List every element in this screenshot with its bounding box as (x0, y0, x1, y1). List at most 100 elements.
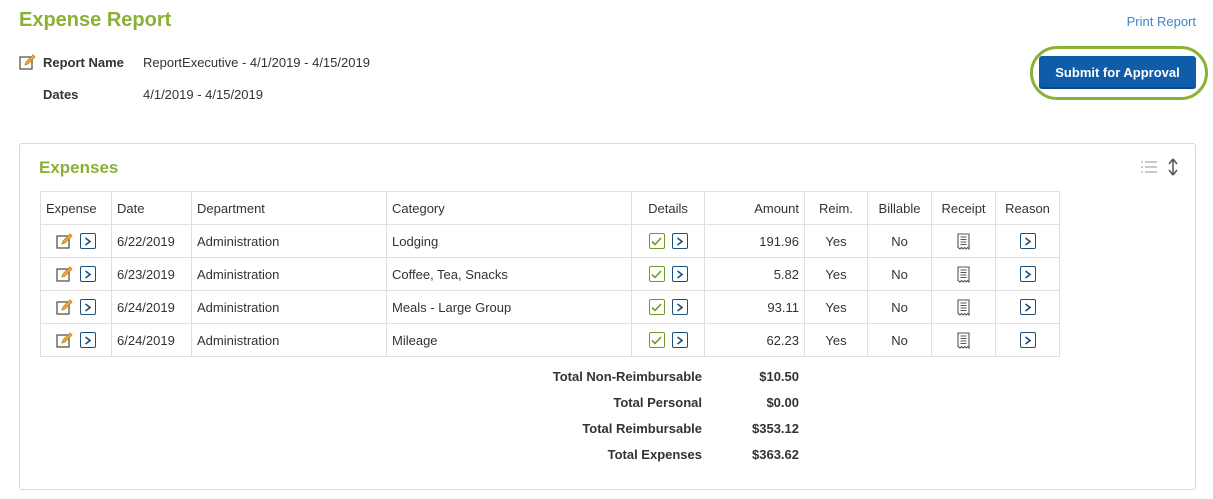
table-header-row: Expense Date Department Category Details… (40, 191, 1060, 225)
reason-chevron-icon[interactable] (1019, 332, 1036, 348)
total-label: Total Reimbursable (582, 421, 702, 436)
col-amount[interactable]: Amount (704, 191, 805, 225)
reim-cell: Yes (804, 257, 868, 291)
total-value: $0.00 (766, 395, 799, 410)
dates-row: Dates 4/1/2019 - 4/15/2019 (19, 87, 263, 102)
reason-cell (995, 257, 1060, 291)
date-cell: 6/22/2019 (111, 224, 192, 258)
category-cell: Meals - Large Group (386, 290, 632, 324)
billable-cell: No (867, 224, 932, 258)
reason-cell (995, 224, 1060, 258)
total-row: Total Non-Reimbursable $10.50 (20, 369, 820, 389)
col-date[interactable]: Date (111, 191, 192, 225)
amount-cell: 191.96 (704, 224, 805, 258)
expenses-title: Expenses (39, 158, 119, 177)
reim-cell: Yes (804, 224, 868, 258)
sort-icon[interactable] (1167, 158, 1179, 176)
checkbox-checked-icon[interactable] (648, 332, 665, 349)
col-billable[interactable]: Billable (867, 191, 932, 225)
edit-icon[interactable] (19, 54, 36, 71)
reim-cell: Yes (804, 323, 868, 357)
edit-icon[interactable] (56, 331, 73, 349)
col-details[interactable]: Details (631, 191, 705, 225)
col-expense[interactable]: Expense (40, 191, 112, 225)
reason-cell (995, 290, 1060, 324)
table-row: 6/22/2019 Administration Lodging 191.96 … (40, 224, 1060, 258)
amount-cell: 93.11 (704, 290, 805, 324)
col-receipt[interactable]: Receipt (931, 191, 996, 225)
total-label: Total Non-Reimbursable (552, 369, 702, 384)
reim-cell: Yes (804, 290, 868, 324)
details-chevron-icon[interactable] (671, 266, 688, 283)
receipt-icon[interactable] (957, 232, 970, 250)
billable-cell: No (867, 323, 932, 357)
open-expense-chevron-icon[interactable] (80, 332, 96, 349)
category-cell: Mileage (386, 323, 632, 357)
date-cell: 6/24/2019 (111, 323, 192, 357)
department-cell: Administration (191, 290, 387, 324)
panel-tools (1141, 158, 1179, 176)
open-expense-chevron-icon[interactable] (80, 299, 96, 316)
details-chevron-icon[interactable] (671, 299, 688, 316)
details-cell (631, 224, 705, 258)
col-category[interactable]: Category (386, 191, 632, 225)
list-view-icon[interactable] (1141, 160, 1157, 174)
col-reim[interactable]: Reim. (804, 191, 868, 225)
details-cell (631, 257, 705, 291)
department-cell: Administration (191, 323, 387, 357)
checkbox-checked-icon[interactable] (648, 299, 665, 316)
edit-icon[interactable] (56, 298, 73, 316)
receipt-cell (931, 257, 996, 291)
total-row: Total Reimbursable $353.12 (20, 421, 820, 441)
dates-value: 4/1/2019 - 4/15/2019 (143, 87, 263, 102)
receipt-icon[interactable] (957, 265, 970, 283)
expense-actions-cell (40, 257, 112, 291)
total-value: $363.62 (752, 447, 799, 462)
report-name-label: Report Name (43, 55, 124, 70)
receipt-cell (931, 323, 996, 357)
print-report-link[interactable]: Print Report (1127, 14, 1196, 29)
date-cell: 6/23/2019 (111, 257, 192, 291)
checkbox-checked-icon[interactable] (648, 266, 665, 283)
edit-icon[interactable] (56, 265, 73, 283)
reason-chevron-icon[interactable] (1019, 266, 1036, 282)
total-label: Total Expenses (607, 447, 702, 462)
receipt-icon[interactable] (957, 331, 970, 349)
table-row: 6/24/2019 Administration Meals - Large G… (40, 290, 1060, 324)
total-label: Total Personal (613, 395, 702, 410)
submit-for-approval-button[interactable]: Submit for Approval (1039, 56, 1196, 89)
department-cell: Administration (191, 224, 387, 258)
checkbox-checked-icon[interactable] (648, 233, 665, 250)
details-chevron-icon[interactable] (671, 233, 688, 250)
expenses-panel: Expenses Expense Date Department Categor… (19, 143, 1196, 490)
billable-cell: No (867, 290, 932, 324)
total-row: Total Expenses $363.62 (20, 447, 820, 467)
reason-chevron-icon[interactable] (1019, 299, 1036, 315)
table-row: 6/24/2019 Administration Mileage 62.23 Y… (40, 323, 1060, 357)
receipt-cell (931, 224, 996, 258)
receipt-icon[interactable] (957, 298, 970, 316)
total-row: Total Personal $0.00 (20, 395, 820, 415)
reason-chevron-icon[interactable] (1019, 233, 1036, 249)
expense-actions-cell (40, 224, 112, 258)
details-cell (631, 323, 705, 357)
report-name-row: Report Name ReportExecutive - 4/1/2019 -… (19, 54, 370, 71)
date-cell: 6/24/2019 (111, 290, 192, 324)
category-cell: Coffee, Tea, Snacks (386, 257, 632, 291)
department-cell: Administration (191, 257, 387, 291)
reason-cell (995, 323, 1060, 357)
category-cell: Lodging (386, 224, 632, 258)
open-expense-chevron-icon[interactable] (80, 233, 96, 250)
col-reason[interactable]: Reason (995, 191, 1060, 225)
amount-cell: 5.82 (704, 257, 805, 291)
table-row: 6/23/2019 Administration Coffee, Tea, Sn… (40, 257, 1060, 291)
details-chevron-icon[interactable] (671, 332, 688, 349)
expense-actions-cell (40, 290, 112, 324)
edit-icon[interactable] (56, 232, 73, 250)
expenses-table: Expense Date Department Category Details… (40, 191, 1060, 357)
billable-cell: No (867, 257, 932, 291)
col-department[interactable]: Department (191, 191, 387, 225)
expense-actions-cell (40, 323, 112, 357)
page-title: Expense Report (19, 9, 172, 31)
open-expense-chevron-icon[interactable] (80, 266, 96, 283)
